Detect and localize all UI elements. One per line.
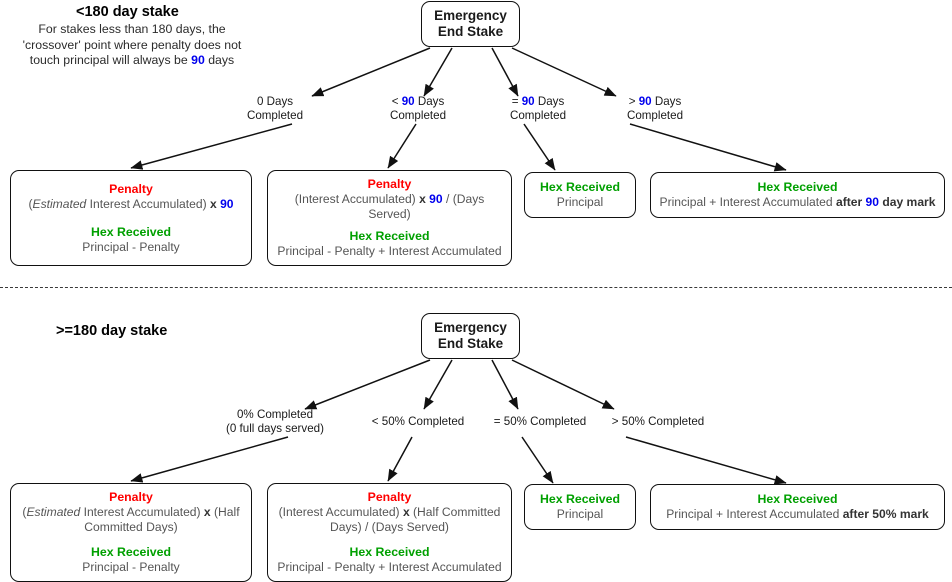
branch-label-line-2: Completed [626,109,684,122]
branch-label-gt-90-days: > 90 Days Completed [618,95,692,123]
hex-received-formula: Principal - Penalty [82,560,180,574]
result-box-0-days[interactable]: Penalty (Estimated Interest Accumulated)… [10,170,252,266]
subtitle-line-1: For stakes less than 180 days, the [38,22,226,36]
section-divider [0,287,952,288]
hex-received-header: Hex Received [349,545,430,559]
hex-received-header: Hex Received [91,545,171,559]
penalty-header: Penalty [367,177,412,191]
branch-label-line-2: Completed [389,109,447,122]
result-box-lt-50-percent[interactable]: Penalty (Interest Accumulated) x (Half C… [267,483,512,582]
hex-received-header: Hex Received [757,180,838,194]
penalty-formula: (Estimated Interest Accumulated) x 90 [28,196,234,211]
branch-label-line-1: 0 Days [256,95,294,108]
subtitle-line-2: 'crossover' point where penalty does not [22,37,242,52]
hex-received-header: Hex Received [540,180,620,194]
branch-label-eq-50-percent: = 50% Completed [480,415,600,429]
penalty-formula: (Estimated Interest Accumulated) x (Half… [22,505,240,534]
hex-received-header: Hex Received [349,229,430,243]
branch-label-line-1: > 50% Completed [611,415,705,428]
branch-label-eq-90-days: = 90 Days Completed [501,95,575,123]
branch-label-line-2: (0 full days served) [226,422,324,435]
root-label-line-1: Emergency [434,320,507,335]
hex-received-formula: Principal [556,507,604,521]
section-subtitle-lt180: For stakes less than 180 days, the 'cros… [12,22,252,69]
hex-received-formula: Principal + Interest Accumulated after 5… [666,507,929,521]
result-box-0-percent[interactable]: Penalty (Estimated Interest Accumulated)… [10,483,252,582]
branch-label-line-1: > 90 Days [628,95,682,108]
diagram-canvas: <180 day stake For stakes less than 180 … [0,0,952,582]
subtitle-highlight-90: 90 [191,53,205,67]
branch-highlight: 90 [638,95,652,108]
result-box-gt-90-days[interactable]: Hex Received Principal + Interest Accumu… [650,172,945,218]
branch-label-gt-50-percent: > 50% Completed [598,415,718,429]
hex-received-formula: Principal - Penalty [82,239,180,254]
branch-label-0-percent: 0% Completed (0 full days served) [215,408,335,436]
subtitle-line-3: touch principal will always be 90 days [29,53,235,67]
branch-label-line-1: = 90 Days [511,95,565,108]
branch-highlight: 90 [401,95,415,108]
branch-label-line-1: < 90 Days [391,95,445,108]
penalty-formula: (Interest Accumulated) x (Half Committed… [278,505,501,534]
hex-received-formula: Principal - Penalty + Interest Accumulat… [277,244,502,258]
branch-label-lt-50-percent: < 50% Completed [358,415,478,429]
hex-received-header: Hex Received [757,492,838,506]
hex-received-header: Hex Received [540,492,620,506]
result-box-eq-50-percent[interactable]: Hex Received Principal [524,484,636,530]
penalty-header: Penalty [109,490,153,504]
result-box-gt-50-percent[interactable]: Hex Received Principal + Interest Accumu… [650,484,945,530]
branch-label-line-1: = 50% Completed [493,415,587,428]
branch-label-line-1: < 50% Completed [371,415,465,428]
root-label-line-2: End Stake [437,24,504,39]
hex-received-header: Hex Received [91,224,171,239]
penalty-header: Penalty [109,181,153,196]
penalty-formula: (Interest Accumulated) x 90 / (Days Serv… [294,192,485,221]
root-label-line-2: End Stake [437,336,504,351]
result-box-lt-90-days[interactable]: Penalty (Interest Accumulated) x 90 / (D… [267,170,512,266]
branch-highlight: 90 [521,95,535,108]
branch-label-line-2: Completed [246,109,304,122]
hex-received-formula: Principal - Penalty + Interest Accumulat… [277,560,502,574]
branch-label-line-1: 0% Completed [236,408,314,421]
branch-label-lt-90-days: < 90 Days Completed [381,95,455,123]
emergency-end-stake-node-top[interactable]: Emergency End Stake [421,1,520,47]
section-title-gte180: >=180 day stake [56,323,168,339]
hex-received-formula: Principal + Interest Accumulated after 9… [659,195,936,209]
penalty-header: Penalty [367,490,412,504]
root-label-line-1: Emergency [434,8,507,23]
result-box-eq-90-days[interactable]: Hex Received Principal [524,172,636,218]
hex-received-formula: Principal [556,195,604,209]
branch-label-0-days: 0 Days Completed [238,95,312,123]
section-title-lt180: <180 day stake [76,4,179,20]
branch-label-line-2: Completed [509,109,567,122]
emergency-end-stake-node-bottom[interactable]: Emergency End Stake [421,313,520,359]
